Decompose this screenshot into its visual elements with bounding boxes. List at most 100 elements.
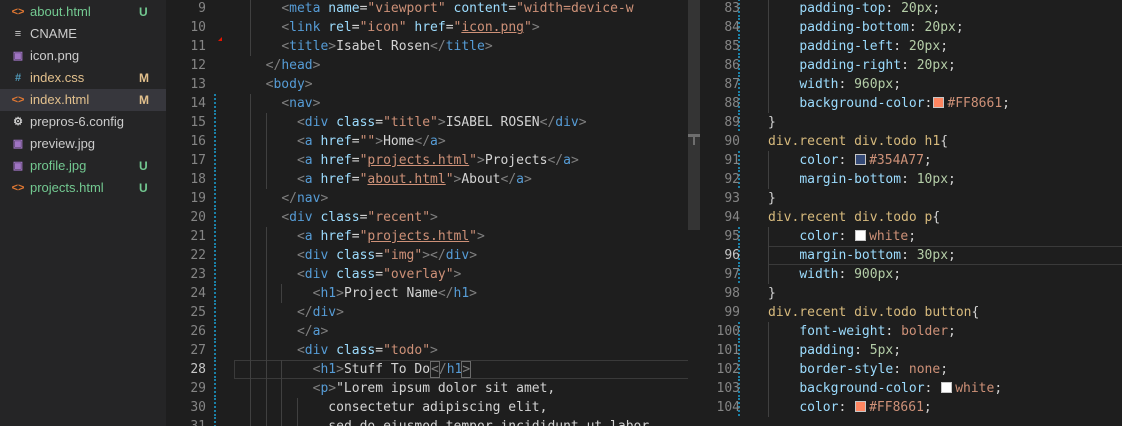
- code-text[interactable]: div.recent div.todo p{: [768, 208, 940, 227]
- code-text[interactable]: color: #354A77;: [799, 151, 931, 170]
- code-line[interactable]: 24 <h1>Project Name</h1>: [166, 284, 688, 303]
- code-text[interactable]: </div>: [297, 303, 344, 322]
- code-line[interactable]: 12 </head>: [166, 56, 688, 75]
- code-text[interactable]: <div class="todo">: [297, 341, 438, 360]
- code-text[interactable]: padding: 5px;: [799, 341, 901, 360]
- code-line[interactable]: 20 <div class="recent">: [166, 208, 688, 227]
- code-line[interactable]: 83 padding-top: 20px;: [700, 0, 1122, 18]
- code-line[interactable]: 28 <h1>Stuff To Do</h1>: [166, 360, 688, 379]
- file-item-about-html[interactable]: <> about.html U: [0, 1, 166, 23]
- code-line[interactable]: 92 margin-bottom: 10px;: [700, 170, 1122, 189]
- code-text[interactable]: <title>Isabel Rosen</title>: [281, 37, 492, 56]
- code-line[interactable]: 19 </nav>: [166, 189, 688, 208]
- code-text[interactable]: <body>: [266, 75, 313, 94]
- code-line[interactable]: 98}: [700, 284, 1122, 303]
- code-line[interactable]: 14 <nav>: [166, 94, 688, 113]
- code-text[interactable]: <h1>Stuff To Do</h1>: [313, 360, 472, 379]
- code-line[interactable]: 93}: [700, 189, 1122, 208]
- scrollbar-thumb[interactable]: [688, 0, 700, 230]
- code-line[interactable]: 104 color: #FF8661;: [700, 398, 1122, 417]
- code-text[interactable]: }: [768, 284, 776, 303]
- code-line[interactable]: 103 background-color: white;: [700, 379, 1122, 398]
- code-text[interactable]: </head>: [266, 56, 321, 75]
- code-text[interactable]: width: 900px;: [799, 265, 901, 284]
- code-text[interactable]: <div class="img"></div>: [297, 246, 477, 265]
- code-line[interactable]: 29 <p>"Lorem ipsum dolor sit amet,: [166, 379, 688, 398]
- code-text[interactable]: background-color: white;: [799, 379, 1002, 398]
- code-text[interactable]: <h1>Project Name</h1>: [313, 284, 477, 303]
- html-editor-pane[interactable]: 9 <meta name="viewport" content="width=de…: [166, 0, 688, 426]
- css-editor-pane[interactable]: 83 padding-top: 20px; 84 padding-bottom: 20…: [700, 0, 1122, 426]
- code-text[interactable]: padding-bottom: 20px;: [799, 18, 963, 37]
- code-line[interactable]: 100 font-weight: bolder;: [700, 322, 1122, 341]
- code-line[interactable]: 10 <link rel="icon" href="icon.png">: [166, 18, 688, 37]
- code-text[interactable]: <nav>: [281, 94, 320, 113]
- file-item-projects-html[interactable]: <> projects.html U: [0, 177, 166, 199]
- code-text[interactable]: <div class="title">ISABEL ROSEN</div>: [297, 113, 587, 132]
- code-line[interactable]: 85 padding-left: 20px;: [700, 37, 1122, 56]
- code-text[interactable]: consectetur adipiscing elit,: [328, 398, 547, 417]
- code-line[interactable]: 13 <body>: [166, 75, 688, 94]
- editor-scrollbar[interactable]: [688, 0, 700, 426]
- code-line[interactable]: 21 <a href="projects.html">: [166, 227, 688, 246]
- code-line[interactable]: 86 padding-right: 20px;: [700, 56, 1122, 75]
- code-line[interactable]: 102 border-style: none;: [700, 360, 1122, 379]
- code-text[interactable]: sed do eiusmod tempor incididunt ut labo…: [328, 417, 649, 426]
- code-text[interactable]: padding-left: 20px;: [799, 37, 948, 56]
- code-line[interactable]: 17 <a href="projects.html">Projects</a>: [166, 151, 688, 170]
- code-text[interactable]: font-weight: bolder;: [799, 322, 956, 341]
- code-text[interactable]: margin-bottom: 10px;: [799, 170, 956, 189]
- code-line[interactable]: 11 <title>Isabel Rosen</title>: [166, 37, 688, 56]
- code-text[interactable]: background-color: #FF8661;: [799, 94, 1010, 113]
- code-line[interactable]: 95 color: white;: [700, 227, 1122, 246]
- code-line[interactable]: 16 <a href="">Home</a>: [166, 132, 688, 151]
- code-text[interactable]: width: 960px;: [799, 75, 901, 94]
- file-item-prepros-6-config[interactable]: ⚙ prepros-6.config: [0, 111, 166, 133]
- code-text[interactable]: }: [768, 189, 776, 208]
- code-text[interactable]: div.recent div.todo button{: [768, 303, 979, 322]
- code-text[interactable]: padding-top: 20px;: [799, 0, 940, 18]
- code-text[interactable]: </nav>: [281, 189, 328, 208]
- code-line[interactable]: 84 padding-bottom: 20px;: [700, 18, 1122, 37]
- file-item-preview-jpg[interactable]: ▣ preview.jpg: [0, 133, 166, 155]
- code-line[interactable]: 15 <div class="title">ISABEL ROSEN</div>: [166, 113, 688, 132]
- code-line[interactable]: 97 width: 900px;: [700, 265, 1122, 284]
- code-text[interactable]: </a>: [297, 322, 328, 341]
- file-item-icon-png[interactable]: ▣ icon.png: [0, 45, 166, 67]
- code-text[interactable]: <p>"Lorem ipsum dolor sit amet,: [313, 379, 556, 398]
- code-text[interactable]: <a href="projects.html">Projects</a>: [297, 151, 579, 170]
- code-line[interactable]: 30 consectetur adipiscing elit,: [166, 398, 688, 417]
- code-line[interactable]: 18 <a href="about.html">About</a>: [166, 170, 688, 189]
- code-text[interactable]: color: white;: [799, 227, 916, 246]
- code-text[interactable]: border-style: none;: [799, 360, 948, 379]
- file-item-cname[interactable]: ≡ CNAME: [0, 23, 166, 45]
- code-line[interactable]: 90 div.recent div.todo h1{: [700, 132, 1122, 151]
- code-text[interactable]: <meta name="viewport" content="width=dev…: [281, 0, 633, 18]
- code-line[interactable]: 25 </div>: [166, 303, 688, 322]
- code-text[interactable]: color: #FF8661;: [799, 398, 931, 417]
- file-item-index-css[interactable]: # index.css M: [0, 67, 166, 89]
- code-text[interactable]: <a href="projects.html">: [297, 227, 485, 246]
- code-line[interactable]: 91 color: #354A77;: [700, 151, 1122, 170]
- code-text[interactable]: }: [768, 113, 776, 132]
- code-text[interactable]: padding-right: 20px;: [799, 56, 956, 75]
- code-line[interactable]: 23 <div class="overlay">: [166, 265, 688, 284]
- code-text[interactable]: margin-bottom: 30px;: [799, 246, 956, 265]
- code-line[interactable]: 27 <div class="todo">: [166, 341, 688, 360]
- code-text[interactable]: <a href="about.html">About</a>: [297, 170, 532, 189]
- code-line[interactable]: 31 sed do eiusmod tempor incididunt ut la…: [166, 417, 688, 426]
- file-item-index-html[interactable]: <> index.html M: [0, 89, 166, 111]
- code-line[interactable]: 87 width: 960px;: [700, 75, 1122, 94]
- code-text[interactable]: <a href="">Home</a>: [297, 132, 446, 151]
- code-line[interactable]: 88 background-color: #FF8661;: [700, 94, 1122, 113]
- code-text[interactable]: <div class="recent">: [281, 208, 438, 227]
- code-line[interactable]: 96 margin-bottom: 30px;: [700, 246, 1122, 265]
- code-line[interactable]: 9 <meta name="viewport" content="width=de…: [166, 0, 688, 18]
- code-line[interactable]: 94 div.recent div.todo p{: [700, 208, 1122, 227]
- code-line[interactable]: 89}: [700, 113, 1122, 132]
- file-item-profile-jpg[interactable]: ▣ profile.jpg U: [0, 155, 166, 177]
- code-line[interactable]: 26 </a>: [166, 322, 688, 341]
- code-line[interactable]: 99 div.recent div.todo button{: [700, 303, 1122, 322]
- code-line[interactable]: 101 padding: 5px;: [700, 341, 1122, 360]
- code-line[interactable]: 22 <div class="img"></div>: [166, 246, 688, 265]
